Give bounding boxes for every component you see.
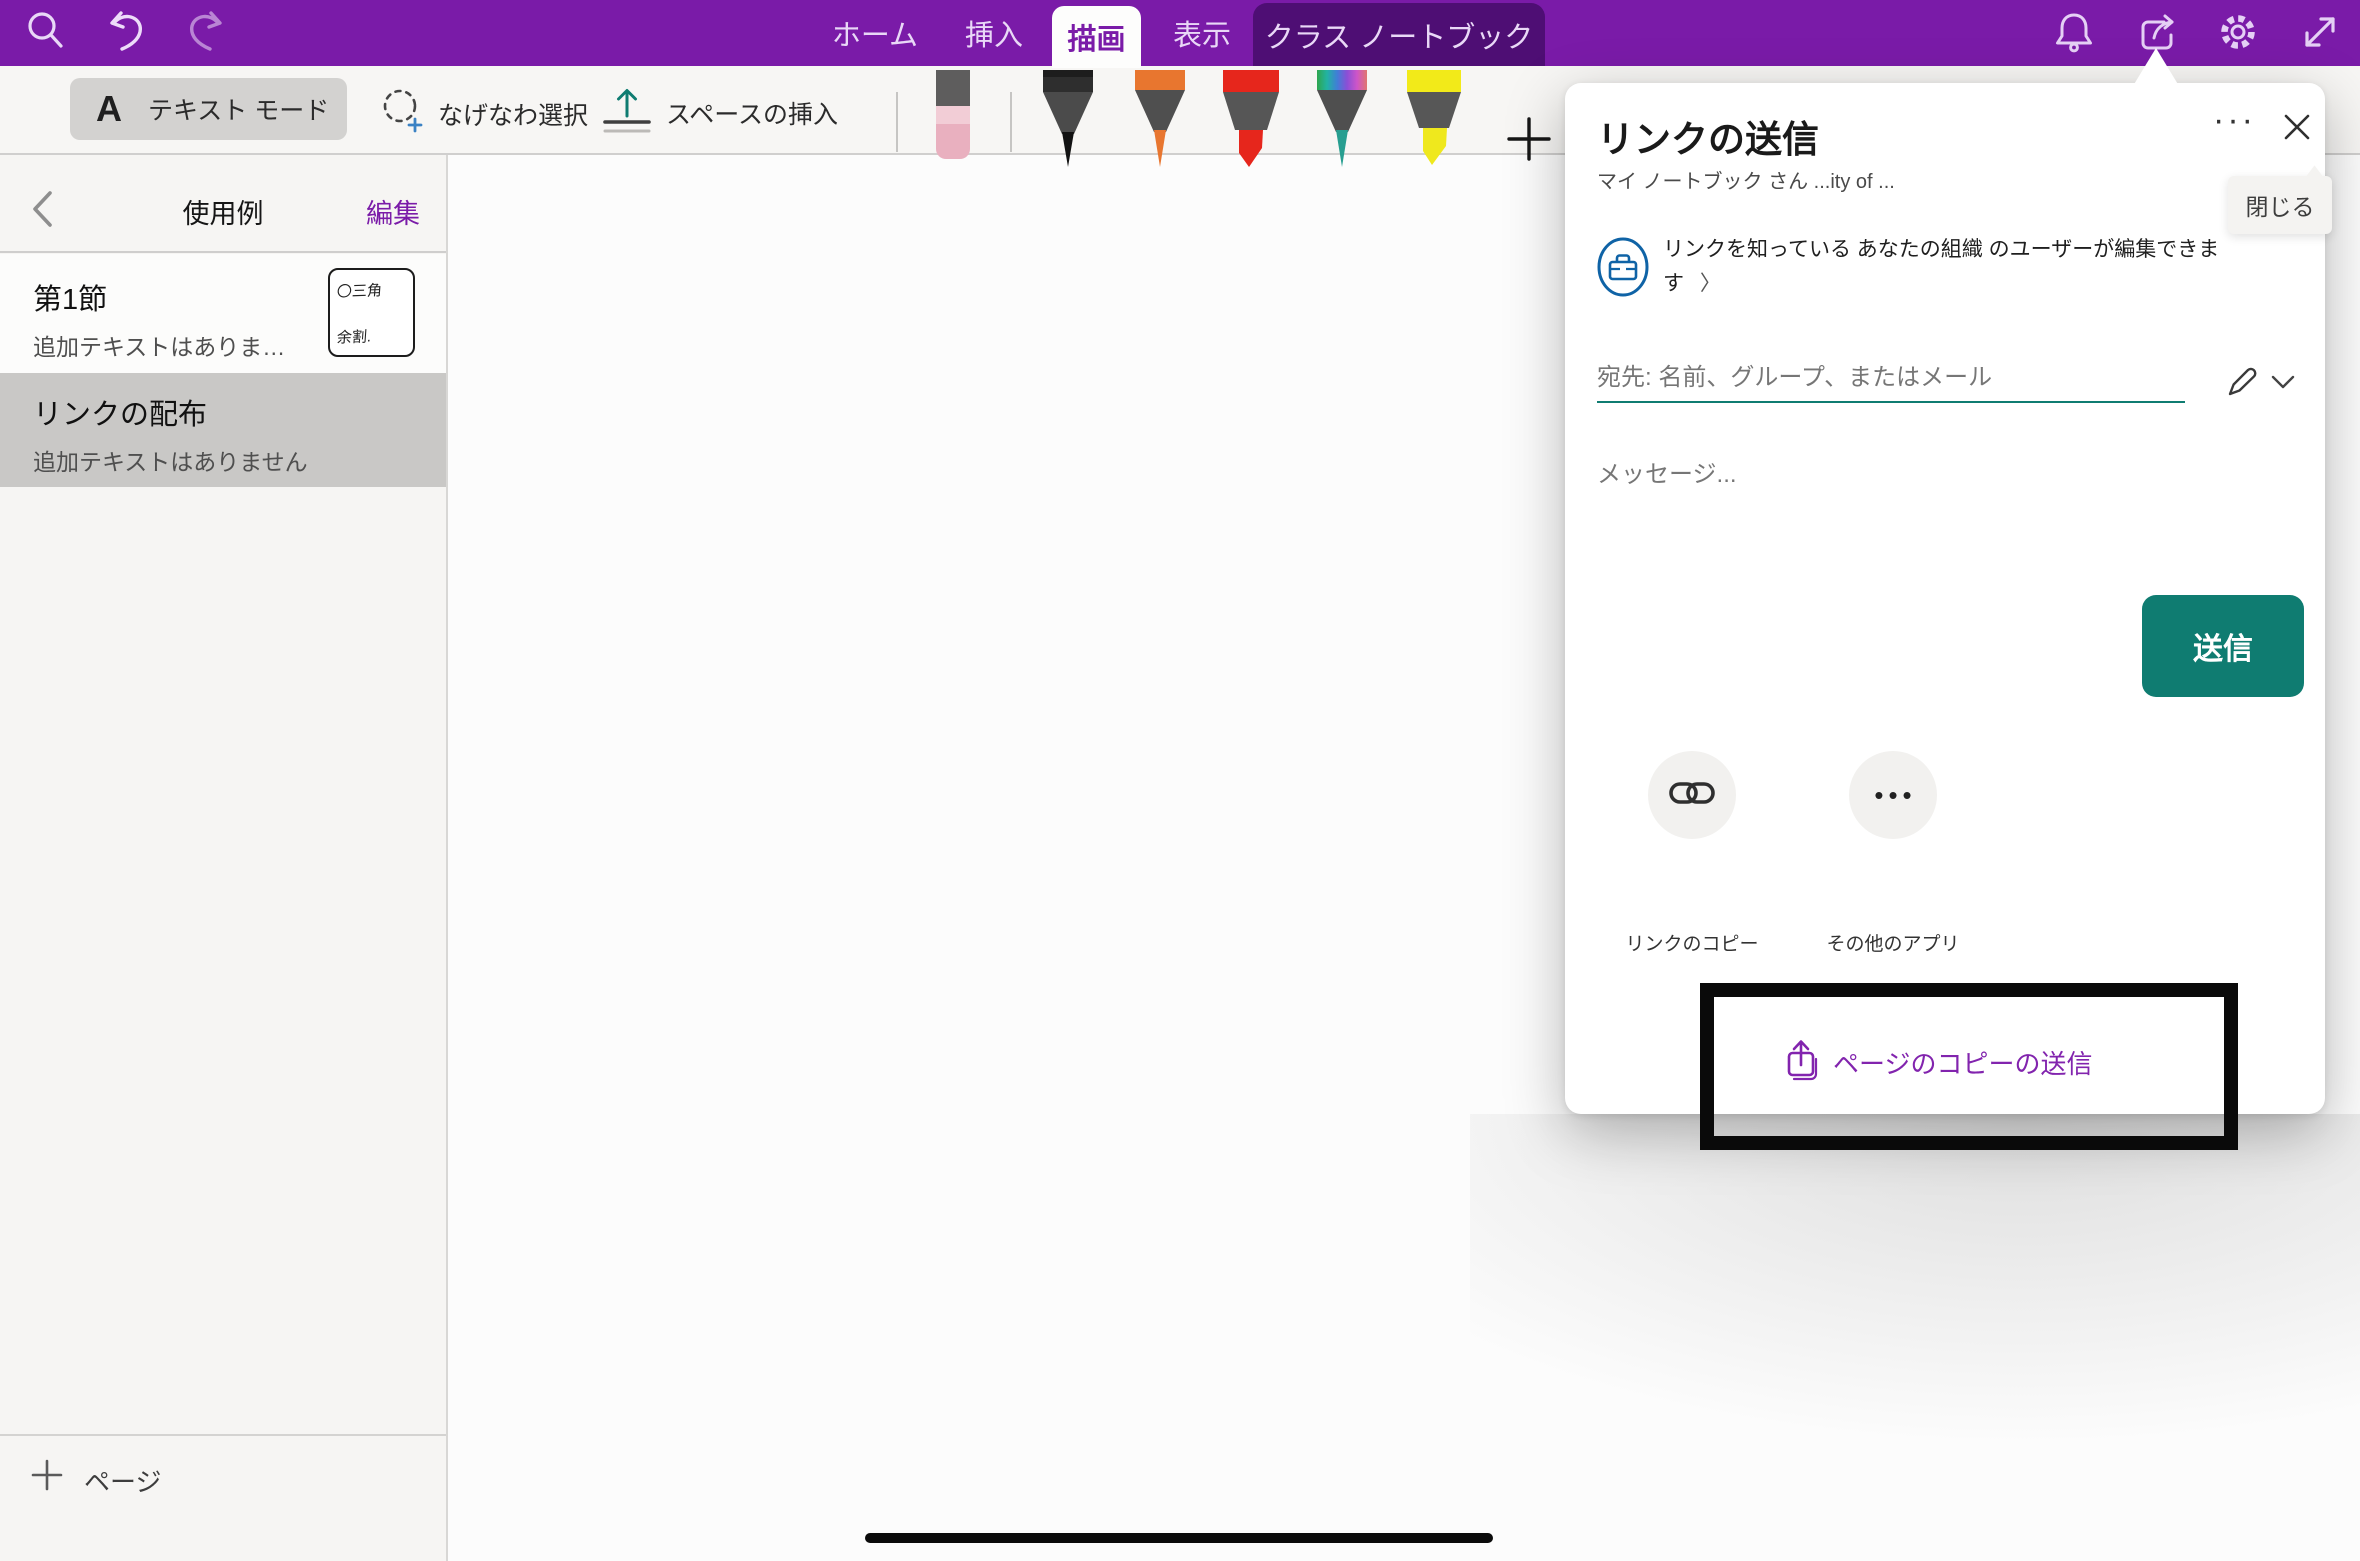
popover-caret — [2133, 48, 2179, 86]
more-options-button[interactable]: ··· — [2213, 101, 2256, 140]
lasso-icon — [378, 86, 428, 141]
redo-icon[interactable] — [184, 10, 228, 54]
home-indicator[interactable] — [865, 1533, 1493, 1543]
page-list-sidebar: 使用例 編集 第1節 追加テキストはありま… 〇三角 余割. リンクの配布 追加… — [0, 155, 448, 1561]
toolbar-divider — [896, 92, 898, 152]
insert-space-icon — [600, 84, 654, 141]
recipient-input[interactable] — [1597, 355, 2185, 403]
tab-home[interactable]: ホーム — [829, 0, 921, 66]
tab-view[interactable]: 表示 — [1170, 0, 1234, 66]
permission-line1: リンクを知っている あなたの組織 のユーザーが編集できま — [1663, 238, 2219, 261]
tab-view-label: 表示 — [1173, 12, 1231, 54]
lasso-select-label: なげなわ選択 — [438, 96, 588, 132]
permission-text: リンクを知っている あなたの組織 のユーザーが編集できま す 〉 — [1663, 233, 2219, 301]
text-mode-a-glyph: A — [96, 88, 122, 130]
copy-link-button[interactable] — [1648, 751, 1736, 839]
tab-insert-label: 挿入 — [965, 12, 1023, 54]
more-apps-label: その他のアプリ — [1808, 929, 1978, 956]
add-page-button[interactable]: ページ — [0, 1434, 446, 1524]
page-list-item-selected[interactable]: リンクの配布 追加テキストはありません — [0, 373, 446, 487]
dialog-title: リンクの送信 — [1597, 109, 1819, 163]
chevron-down-icon[interactable] — [2271, 375, 2295, 395]
page-title: リンクの配布 — [33, 391, 207, 433]
yellow-highlighter-tool[interactable] — [1406, 70, 1462, 175]
tab-insert[interactable]: 挿入 — [962, 0, 1026, 66]
dialog-shadow-wash — [1470, 1114, 2360, 1561]
add-pen-button[interactable] — [1506, 116, 1552, 167]
rainbow-pen-tool[interactable] — [1316, 70, 1368, 175]
send-button[interactable]: 送信 — [2142, 595, 2304, 697]
text-mode-button[interactable]: A テキスト モード — [70, 78, 347, 140]
text-mode-label: テキスト モード — [148, 91, 329, 127]
close-tooltip-label: 閉じる — [2246, 188, 2315, 222]
add-page-label: ページ — [84, 1462, 161, 1499]
copy-link-label: リンクのコピー — [1612, 929, 1772, 956]
briefcase-icon — [1595, 235, 1651, 304]
top-app-bar: ホーム 挿入 描画 表示 クラス ノートブック — [0, 0, 2360, 66]
chevron-right-icon: 〉 — [1700, 272, 1721, 295]
resize-icon[interactable] — [2298, 10, 2342, 54]
link-permission-row[interactable]: リンクを知っている あなたの組織 のユーザーが編集できま す 〉 — [1589, 227, 2289, 319]
orange-pen-tool[interactable] — [1134, 70, 1186, 175]
toolbar-divider — [1010, 92, 1012, 152]
black-pen-tool[interactable] — [1042, 70, 1094, 175]
lasso-select-button[interactable]: なげなわ選択 — [378, 86, 588, 141]
plus-icon — [1506, 149, 1552, 166]
annotation-highlight-rect — [1700, 983, 2238, 1150]
tab-draw[interactable]: 描画 — [1052, 6, 1141, 68]
insert-space-button[interactable]: スペースの挿入 — [600, 84, 838, 141]
pencil-icon[interactable] — [2225, 365, 2259, 404]
link-icon — [1668, 775, 1716, 816]
tab-class-notebook[interactable]: クラス ノートブック — [1253, 3, 1545, 66]
red-marker-tool[interactable] — [1222, 70, 1280, 175]
eraser-tool[interactable] — [932, 70, 974, 171]
search-icon[interactable] — [24, 10, 68, 54]
close-button[interactable] — [2281, 111, 2313, 148]
thumbnail-handwriting: 余割. — [336, 325, 372, 347]
edit-button[interactable]: 編集 — [366, 192, 420, 231]
sidebar-header: 使用例 編集 — [0, 155, 446, 253]
plus-icon — [30, 1458, 64, 1497]
close-icon — [2281, 130, 2313, 147]
message-input[interactable] — [1597, 445, 2217, 505]
tab-class-notebook-label: クラス ノートブック — [1265, 14, 1533, 56]
more-apps-button[interactable]: ••• — [1849, 751, 1937, 839]
thumbnail-handwriting: 〇三角 — [336, 279, 383, 302]
page-thumbnail: 〇三角 余割. — [328, 268, 415, 357]
tab-home-label: ホーム — [832, 12, 918, 54]
settings-gear-icon[interactable] — [2216, 10, 2260, 54]
close-tooltip: 閉じる — [2228, 176, 2332, 234]
undo-icon[interactable] — [104, 10, 148, 54]
notifications-bell-icon[interactable] — [2052, 10, 2096, 54]
page-title: 第1節 — [33, 276, 107, 318]
permission-line2: す — [1663, 272, 1684, 295]
notebook-subtitle: マイ ノートブック さん ...ity of ... — [1597, 165, 1895, 194]
page-subtitle: 追加テキストはありま… — [33, 328, 285, 362]
send-link-dialog: リンクの送信 ··· マイ ノートブック さん ...ity of ... リン… — [1565, 83, 2325, 1114]
insert-space-label: スペースの挿入 — [666, 95, 838, 131]
ellipsis-icon: ••• — [1869, 780, 1916, 811]
tab-draw-label: 描画 — [1067, 16, 1125, 58]
page-subtitle: 追加テキストはありません — [33, 443, 308, 477]
page-list-item[interactable]: 第1節 追加テキストはありま… 〇三角 余割. — [0, 254, 446, 373]
